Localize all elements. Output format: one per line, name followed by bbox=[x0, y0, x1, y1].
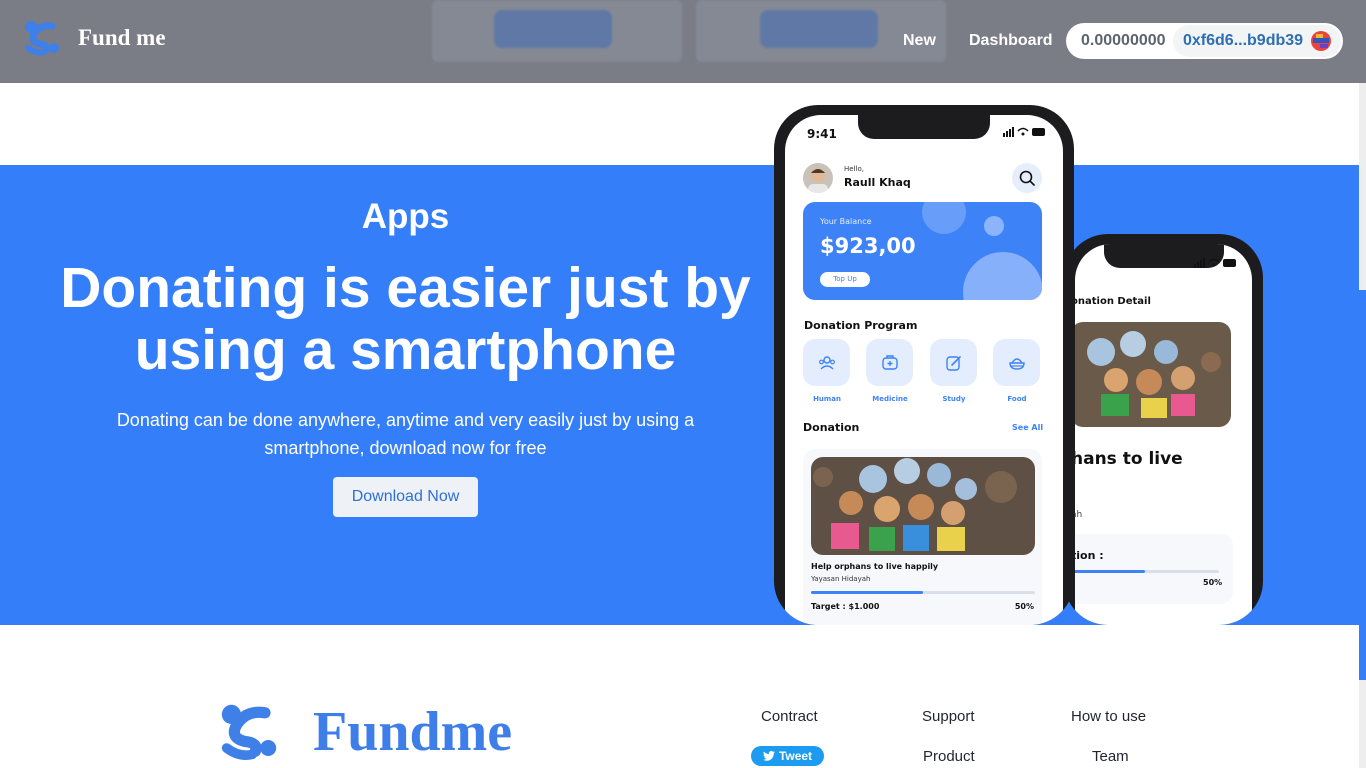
donation-photo bbox=[811, 457, 1035, 555]
wallet-balance: 0.00000000 bbox=[1081, 32, 1166, 49]
footer-brand-name: Fundme bbox=[313, 701, 513, 763]
greeting-text: Hello, bbox=[844, 165, 864, 173]
donation-progress-fill bbox=[811, 591, 923, 594]
human-icon bbox=[818, 355, 835, 370]
detail-progress-fill bbox=[1075, 570, 1145, 573]
detail-headline: hans to live bbox=[1075, 449, 1183, 469]
status-time: 9:41 bbox=[807, 127, 837, 141]
phone-mockup-back: onation Detail hans to live ah tion : 50… bbox=[1064, 234, 1263, 625]
search-icon bbox=[1019, 170, 1035, 186]
footer-brand[interactable]: Fundme bbox=[217, 700, 512, 764]
detail-progress-card bbox=[1075, 534, 1233, 604]
brand[interactable]: Fund me bbox=[22, 18, 166, 58]
top-navbar: Fund me New Dashboard 0.00000000 0xf6d6.… bbox=[0, 0, 1366, 83]
category-food[interactable]: Food bbox=[993, 339, 1041, 403]
user-avatar[interactable] bbox=[803, 163, 833, 193]
nav-link-new[interactable]: New bbox=[903, 32, 936, 50]
wallet-avatar-icon bbox=[1311, 31, 1331, 51]
status-icons bbox=[1194, 258, 1236, 268]
balance-card: Your Balance $923,00 Top Up bbox=[803, 202, 1042, 300]
phone-back-screen: onation Detail hans to live ah tion : 50… bbox=[1075, 244, 1252, 625]
detail-header: onation Detail bbox=[1075, 296, 1151, 307]
twitter-icon bbox=[762, 751, 775, 761]
see-all-link[interactable]: See All bbox=[1012, 423, 1043, 432]
category-study[interactable]: Study bbox=[930, 339, 978, 403]
download-now-button[interactable]: Download Now bbox=[333, 477, 478, 517]
hero-subtitle: Donating can be done anywhere, anytime a… bbox=[116, 410, 695, 458]
category-human[interactable]: Human bbox=[803, 339, 851, 403]
detail-photo bbox=[1075, 322, 1231, 427]
detail-org: ah bbox=[1075, 510, 1083, 520]
category-label: Study bbox=[942, 395, 966, 403]
category-medicine[interactable]: Medicine bbox=[866, 339, 914, 403]
brand-name: Fund me bbox=[78, 25, 166, 50]
category-label: Food bbox=[1007, 395, 1027, 403]
fundme-logo-icon bbox=[221, 704, 277, 760]
donation-card-title: Help orphans to live happily bbox=[811, 562, 939, 571]
category-label: Human bbox=[813, 395, 841, 403]
search-button[interactable] bbox=[1012, 163, 1042, 193]
detail-progress-bar bbox=[1075, 570, 1219, 573]
ghost-card-right bbox=[696, 0, 946, 62]
donation-card-percent: 50% bbox=[1014, 602, 1034, 611]
study-icon bbox=[945, 355, 961, 371]
status-icons bbox=[1003, 127, 1045, 137]
nav-link-dashboard[interactable]: Dashboard bbox=[969, 32, 1053, 50]
top-up-button[interactable]: Top Up bbox=[820, 272, 870, 287]
footer-link-product[interactable]: Product bbox=[923, 748, 975, 765]
medicine-icon bbox=[881, 354, 898, 370]
donation-title: Donation bbox=[803, 421, 860, 434]
phone-mockup-front: 9:41 Hello, Raull Khaq Your Balance $923… bbox=[774, 105, 1074, 625]
tweet-button[interactable]: Tweet bbox=[751, 746, 824, 766]
donation-card[interactable]: Help orphans to live happily Yayasan Hid… bbox=[803, 449, 1042, 625]
page-scrollbar-thumb[interactable] bbox=[1359, 290, 1366, 680]
phone-front-screen: 9:41 Hello, Raull Khaq Your Balance $923… bbox=[785, 115, 1063, 625]
wallet-widget[interactable]: 0.00000000 0xf6d6...b9db39 bbox=[1066, 23, 1343, 59]
wallet-address: 0xf6d6...b9db39 bbox=[1183, 32, 1304, 49]
donation-card-target: Target : $1.000 bbox=[811, 602, 880, 611]
footer-link-team[interactable]: Team bbox=[1092, 748, 1129, 765]
donation-card-org: Yayasan Hidayah bbox=[811, 575, 871, 583]
balance-amount: $923,00 bbox=[820, 234, 916, 258]
ghost-card-left bbox=[432, 0, 682, 62]
detail-progress-percent: 50% bbox=[1203, 578, 1223, 587]
category-label: Medicine bbox=[872, 395, 908, 403]
balance-label: Your Balance bbox=[820, 217, 872, 226]
fundme-logo-icon bbox=[25, 21, 59, 56]
donation-progress-bar bbox=[811, 591, 1035, 594]
wallet-address-button[interactable]: 0xf6d6...b9db39 bbox=[1173, 25, 1341, 57]
hero-title: Donating is easier just by using a smart… bbox=[60, 256, 751, 382]
food-icon bbox=[1008, 357, 1025, 370]
footer-link-contract[interactable]: Contract bbox=[761, 708, 818, 725]
hero-eyebrow: Apps bbox=[361, 197, 450, 236]
donation-program-title: Donation Program bbox=[804, 319, 918, 332]
user-name: Raull Khaq bbox=[844, 176, 911, 189]
detail-progress-label: tion : bbox=[1075, 549, 1104, 562]
tweet-label: Tweet bbox=[778, 749, 813, 763]
footer-link-how-to-use[interactable]: How to use bbox=[1071, 708, 1146, 725]
footer-link-support[interactable]: Support bbox=[922, 708, 975, 725]
